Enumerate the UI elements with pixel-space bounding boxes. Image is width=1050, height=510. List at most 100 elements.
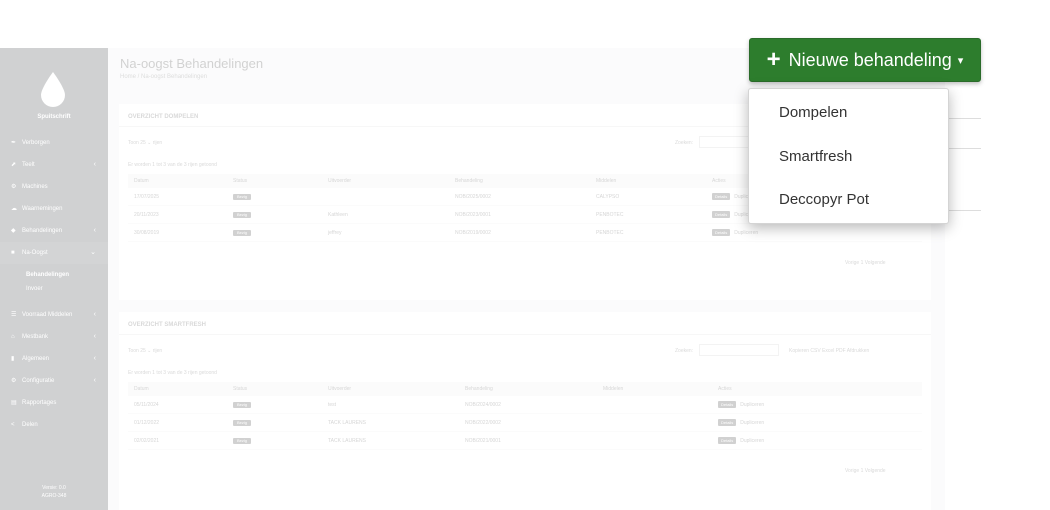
duplicate-link[interactable]: Dupliceren <box>740 402 764 408</box>
col-uitvoerder[interactable]: Uitvoerder <box>328 382 351 396</box>
droplet-logo-icon <box>41 72 65 107</box>
drop-icon: ◆ <box>11 228 16 234</box>
chevron-left-icon: ‹ <box>93 311 96 318</box>
divider <box>119 334 931 335</box>
version-info: Versie: 0.0 AGRO-348 <box>0 484 108 500</box>
menu-item-dompelen[interactable]: Dompelen <box>779 104 847 121</box>
divider <box>945 118 981 119</box>
sidebar-item-teelt[interactable]: ⬈ Teelt ‹ <box>0 154 108 176</box>
sidebar-item-verborgen[interactable]: ✒ Verborgen <box>0 132 108 154</box>
details-button[interactable]: Details <box>718 401 737 408</box>
details-button[interactable]: Details <box>718 419 737 426</box>
duplicate-link[interactable]: Dupliceren <box>734 230 758 236</box>
sidebar-item-na-oogst[interactable]: ■ Na-Oogst ⌄ <box>0 242 108 264</box>
bank-icon: ⌂ <box>11 334 15 340</box>
chevron-left-icon: ‹ <box>93 161 96 168</box>
page-length-select[interactable]: Toon 25 ⌄ rijen <box>128 140 162 146</box>
col-status[interactable]: Status <box>233 174 247 188</box>
col-middelen[interactable]: Middelen <box>603 382 623 396</box>
table-info: Er worden 1 tot 3 van de 3 rijen getoond <box>128 162 217 168</box>
app-name: Spuitschrift <box>37 114 71 120</box>
search-input[interactable] <box>699 344 779 356</box>
col-behandeling[interactable]: Behandeling <box>465 382 493 396</box>
details-button[interactable]: Details <box>712 229 731 236</box>
col-acties: Acties <box>718 386 732 392</box>
sidebar-item-waarnemingen[interactable]: ☁ Waarnemingen <box>0 198 108 220</box>
sidebar: Spuitschrift ✒ Verborgen ⬈ Teelt ‹ ⚙ Machine… <box>0 48 108 510</box>
panel-title-smartfresh: OVERZICHT SMARTFRESH <box>128 322 206 328</box>
menu-item-smartfresh[interactable]: Smartfresh <box>779 148 852 165</box>
chevron-left-icon: ‹ <box>93 333 96 340</box>
table-header: Datum Status Uitvoerder Behandeling Midd… <box>128 382 922 396</box>
chevron-down-icon: ⌄ <box>90 249 96 256</box>
sidebar-item-rapportages[interactable]: ▤ Rapportages <box>0 392 108 414</box>
new-treatment-dropdown: Dompelen Smartfresh Deccopyr Pot <box>748 88 949 224</box>
sidebar-item-algemeen[interactable]: ▮ Algemeen ‹ <box>0 348 108 370</box>
table-row: 30/08/2019 Bezig jeffrey NOB/2019/0002 P… <box>128 224 922 242</box>
box-icon: ■ <box>11 250 15 256</box>
cloud-icon: ☁ <box>11 206 17 212</box>
export-buttons[interactable]: Kopieren CSV Excel PDF Afdrukken <box>789 348 869 354</box>
screenshot-stage: Spuitschrift ✒ Verborgen ⬈ Teelt ‹ ⚙ Machine… <box>0 0 1050 510</box>
details-button[interactable]: Details <box>712 193 731 200</box>
list-icon: ☰ <box>11 312 17 318</box>
col-middelen[interactable]: Middelen <box>596 174 616 188</box>
pagination[interactable]: Vorige 1 Volgende <box>845 260 886 266</box>
table-smartfresh: Datum Status Uitvoerder Behandeling Midd… <box>128 382 922 450</box>
version-number: Versie: 0.0 <box>42 485 66 491</box>
plus-icon: + <box>766 46 781 73</box>
sidebar-item-behandelingen[interactable]: ◆ Behandelingen ‹ <box>0 220 108 242</box>
gears-icon: ⚙ <box>11 184 17 190</box>
new-treatment-button[interactable]: + Nieuwe behandeling ▾ <box>749 38 981 82</box>
page-length-select[interactable]: Toon 25 ⌄ rijen <box>128 348 162 354</box>
divider <box>945 210 981 211</box>
panel-title-dompelen: OVERZICHT DOMPELEN <box>128 114 199 120</box>
page-title: Na-oogst Behandelingen <box>120 56 264 71</box>
details-button[interactable]: Details <box>712 211 731 218</box>
col-datum[interactable]: Datum <box>134 174 149 188</box>
duplicate-link[interactable]: Dupliceren <box>740 438 764 444</box>
new-treatment-label: Nieuwe behandeling <box>788 49 952 70</box>
sidebar-item-voorraad-middelen[interactable]: ☰ Voorraad Middelen ‹ <box>0 304 108 326</box>
bar-chart-icon: ▮ <box>11 356 15 362</box>
col-behandeling[interactable]: Behandeling <box>455 174 483 188</box>
version-build: AGRO-348 <box>41 493 67 499</box>
divider <box>945 148 981 149</box>
sidebar-item-delen[interactable]: < Delen <box>0 414 108 436</box>
report-icon: ▤ <box>11 400 17 406</box>
sidebar-item-mestbank[interactable]: ⌂ Mestbank ‹ <box>0 326 108 348</box>
table-info: Er worden 1 tot 3 van de 3 rijen getoond <box>128 370 217 376</box>
status-badge: Bezig <box>233 438 252 444</box>
breadcrumb[interactable]: Home / Na-oogst Behandelingen <box>120 74 207 80</box>
col-acties: Acties <box>712 178 726 184</box>
col-datum[interactable]: Datum <box>134 382 149 396</box>
table-row: 02/02/2021 Bezig TACK LAURENS NOB/2021/0… <box>128 432 922 450</box>
sidebar-subitem-invoer[interactable]: Invoer <box>26 286 43 292</box>
sidebar-subitem-behandelingen[interactable]: Behandelingen <box>26 272 69 278</box>
sidebar-item-configuratie[interactable]: ⚙ Configuratie ‹ <box>0 370 108 392</box>
gear-icon: ⚙ <box>11 378 17 384</box>
table-row: 01/12/2022 Bezig TACK LAURENS NOB/2022/0… <box>128 414 922 432</box>
panel-smartfresh: OVERZICHT SMARTFRESH Toon 25 ⌄ rijen Zoe… <box>119 312 931 510</box>
sidebar-item-machines[interactable]: ⚙ Machines <box>0 176 108 198</box>
chevron-left-icon: ‹ <box>93 355 96 362</box>
table-row: 05/11/2024 Bezig test NOB/2024/0002 Deta… <box>128 396 922 414</box>
status-badge: Bezig <box>233 230 252 236</box>
col-uitvoerder[interactable]: Uitvoerder <box>328 174 351 188</box>
chevron-left-icon: ‹ <box>93 377 96 384</box>
status-badge: Bezig <box>233 194 252 200</box>
status-badge: Bezig <box>233 420 252 426</box>
chart-icon: ⬈ <box>11 162 17 168</box>
col-status[interactable]: Status <box>233 382 247 396</box>
chevron-left-icon: ‹ <box>93 227 96 234</box>
details-button[interactable]: Details <box>718 437 737 444</box>
share-icon: < <box>11 422 15 428</box>
duplicate-link[interactable]: Dupliceren <box>740 420 764 426</box>
pen-icon: ✒ <box>11 140 17 146</box>
pagination[interactable]: Vorige 1 Volgende <box>845 468 886 474</box>
caret-down-icon: ▾ <box>957 54 964 67</box>
search-label: Zoeken: <box>675 348 694 354</box>
status-badge: Bezig <box>233 212 252 218</box>
search-label: Zoeken: <box>675 140 694 146</box>
menu-item-deccopyr-pot[interactable]: Deccopyr Pot <box>779 191 869 208</box>
